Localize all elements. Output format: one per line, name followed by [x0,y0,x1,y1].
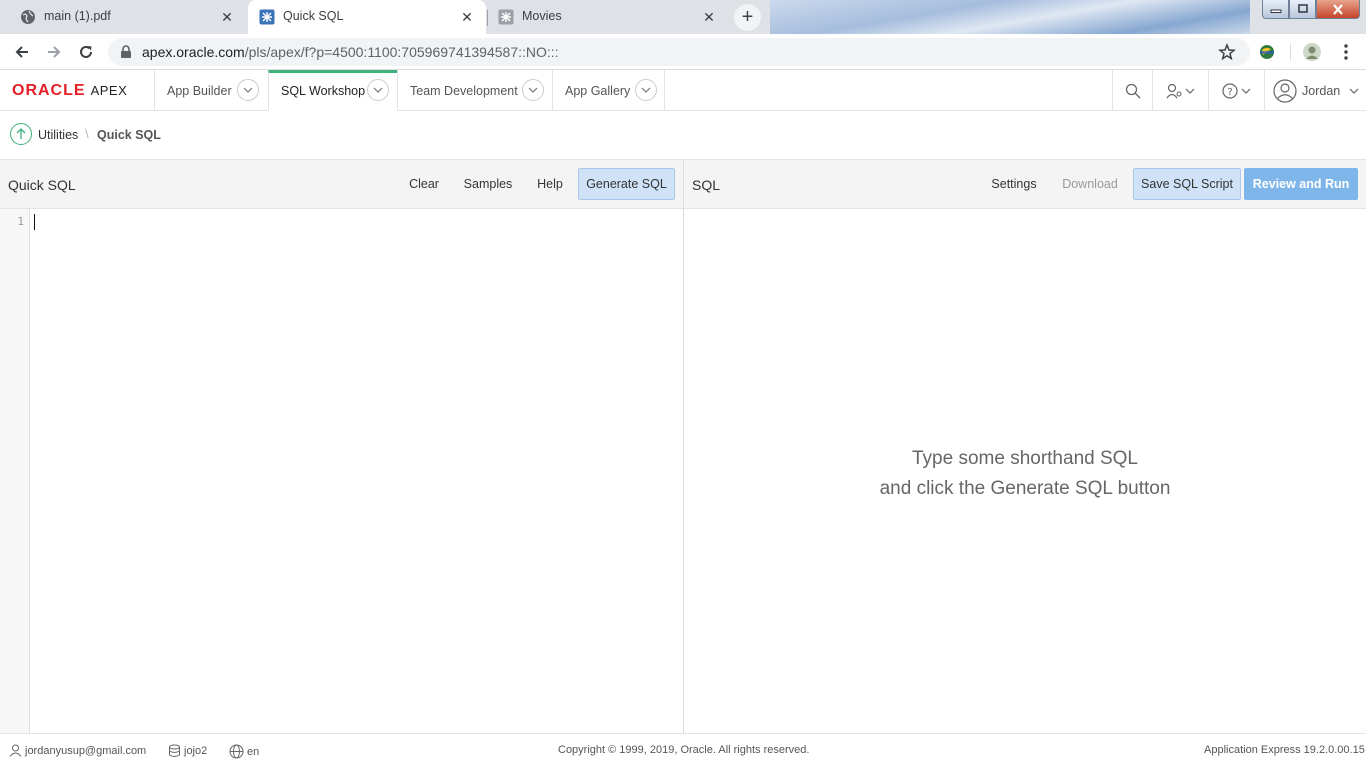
footer-language-code: en [247,745,260,758]
nav-app-gallery[interactable]: App Gallery [552,70,665,111]
quick-sql-panel-header: Quick SQL Clear Samples Help Generate SQ… [0,160,683,209]
bookmark-star-icon[interactable] [1218,43,1236,61]
generate-sql-button[interactable]: Generate SQL [578,168,675,200]
samples-button[interactable]: Samples [456,168,520,200]
breadcrumb-separator: \ [85,126,89,141]
search-button[interactable] [1112,70,1152,111]
nav-label: Team Development [410,83,518,98]
nav-label: App Builder [167,83,232,98]
footer-copyright: Copyright © 1999, 2019, Oracle. All righ… [558,744,810,756]
user-icon [9,744,25,757]
footer-email: jordanyusup@gmail.com [25,744,147,757]
help-button[interactable]: Help [528,168,572,200]
search-icon [1125,83,1141,99]
user-avatar-icon [1273,78,1297,103]
quick-sql-panel-title: Quick SQL [8,177,76,193]
globe-icon [229,744,247,759]
browser-tab-quick-sql[interactable]: Quick SQL ✕ [248,0,486,34]
nav-team-development[interactable]: Team Development [397,70,552,111]
line-number-gutter: 1 [0,209,30,733]
breadcrumb: Utilities \ Quick SQL [0,111,1366,160]
nav-label: SQL Workshop [281,83,366,98]
browser-tab-movies[interactable]: Movies ✕ [488,0,728,34]
sql-panel-header: SQL Settings Download Save SQL Script Re… [684,160,1366,209]
user-key-icon [1166,83,1196,99]
save-sql-script-button[interactable]: Save SQL Script [1133,168,1241,200]
sql-output-area: Type some shorthand SQL and click the Ge… [684,209,1366,733]
apex-header: ORACLE APEX App Builder SQL Workshop Tea… [0,70,1366,111]
footer-version: Application Express 19.2.0.00.15 [1204,744,1365,756]
extension-globe-icon[interactable] [1257,42,1277,62]
apex-wordmark: APEX [90,83,128,98]
footer-workspace: jojo2 [168,744,207,758]
apex-tile-icon [259,9,275,25]
sql-panel-title: SQL [692,177,721,193]
close-tab-icon[interactable]: ✕ [458,8,476,26]
address-bar[interactable]: apex.oracle.com/pls/apex/f?p=4500:1100:7… [108,38,1250,66]
nav-label: App Gallery [565,83,631,98]
tab-title: main (1).pdf [44,9,111,23]
url-text: apex.oracle.com/pls/apex/f?p=4500:1100:7… [142,44,559,60]
forward-arrow-icon[interactable] [42,40,66,64]
globe-icon [20,9,36,25]
database-icon [168,744,184,758]
settings-button[interactable]: Settings [984,168,1044,200]
close-tab-icon[interactable]: ✕ [700,8,718,26]
user-name: Jordan [1302,83,1341,98]
close-window-icon[interactable] [1316,0,1360,19]
tab-title: Movies [522,9,562,23]
footer-language[interactable]: en [229,744,259,759]
chevron-down-icon[interactable] [522,79,544,101]
svg-text:?: ? [1227,87,1232,98]
chevron-down-icon[interactable] [367,79,389,101]
oracle-wordmark: ORACLE [12,82,86,99]
arrow-up-icon[interactable] [10,123,32,145]
user-menu-button[interactable]: Jordan [1264,70,1366,111]
download-button[interactable]: Download [1058,168,1122,200]
browser-tab-strip: main (1).pdf ✕ Quick SQL ✕ Movies ✕ + [0,0,1366,34]
chevron-down-icon [1349,88,1359,94]
empty-state-line-2: and click the Generate SQL button [879,478,1171,499]
line-number: 1 [17,215,24,228]
help-menu-button[interactable]: ? [1208,70,1264,111]
browser-tab-main-pdf[interactable]: main (1).pdf ✕ [0,0,246,34]
browser-toolbar: apex.oracle.com/pls/apex/f?p=4500:1100:7… [0,34,1366,70]
new-tab-button[interactable]: + [734,4,761,31]
window-controls [1262,0,1360,20]
clear-button[interactable]: Clear [400,168,448,200]
apex-tile-icon [498,9,514,25]
window-title-background [770,0,1250,34]
empty-state-message: Type some shorthand SQL and click the Ge… [684,444,1366,504]
tab-title: Quick SQL [283,9,344,23]
chevron-down-icon[interactable] [635,79,657,101]
profile-avatar-icon[interactable] [1302,42,1322,62]
toolbar-divider [1290,44,1291,60]
back-arrow-icon[interactable] [10,40,34,64]
close-tab-icon[interactable]: ✕ [218,8,236,26]
oracle-apex-logo[interactable]: ORACLE APEX [12,82,127,100]
nav-app-builder[interactable]: App Builder [154,70,268,111]
help-icon: ? [1221,82,1252,99]
quick-sql-editor[interactable]: 1 [0,209,683,733]
maximize-icon[interactable] [1289,0,1316,19]
footer-user: jordanyusup@gmail.com [9,744,146,757]
breadcrumb-current: Quick SQL [97,128,161,142]
review-and-run-button[interactable]: Review and Run [1244,168,1358,200]
minimize-icon[interactable] [1262,0,1289,19]
breadcrumb-utilities-link[interactable]: Utilities [38,128,78,142]
administration-menu-button[interactable] [1152,70,1208,111]
reload-icon[interactable] [74,40,98,64]
nav-sql-workshop[interactable]: SQL Workshop [268,70,397,111]
chevron-down-icon[interactable] [237,79,259,101]
empty-state-line-1: Type some shorthand SQL [911,448,1138,469]
text-cursor [34,214,35,230]
browser-menu-icon[interactable] [1336,42,1356,62]
lock-icon [120,45,132,59]
page-footer: jordanyusup@gmail.com jojo2 en Copyright… [0,733,1366,768]
footer-workspace-name: jojo2 [184,745,208,757]
